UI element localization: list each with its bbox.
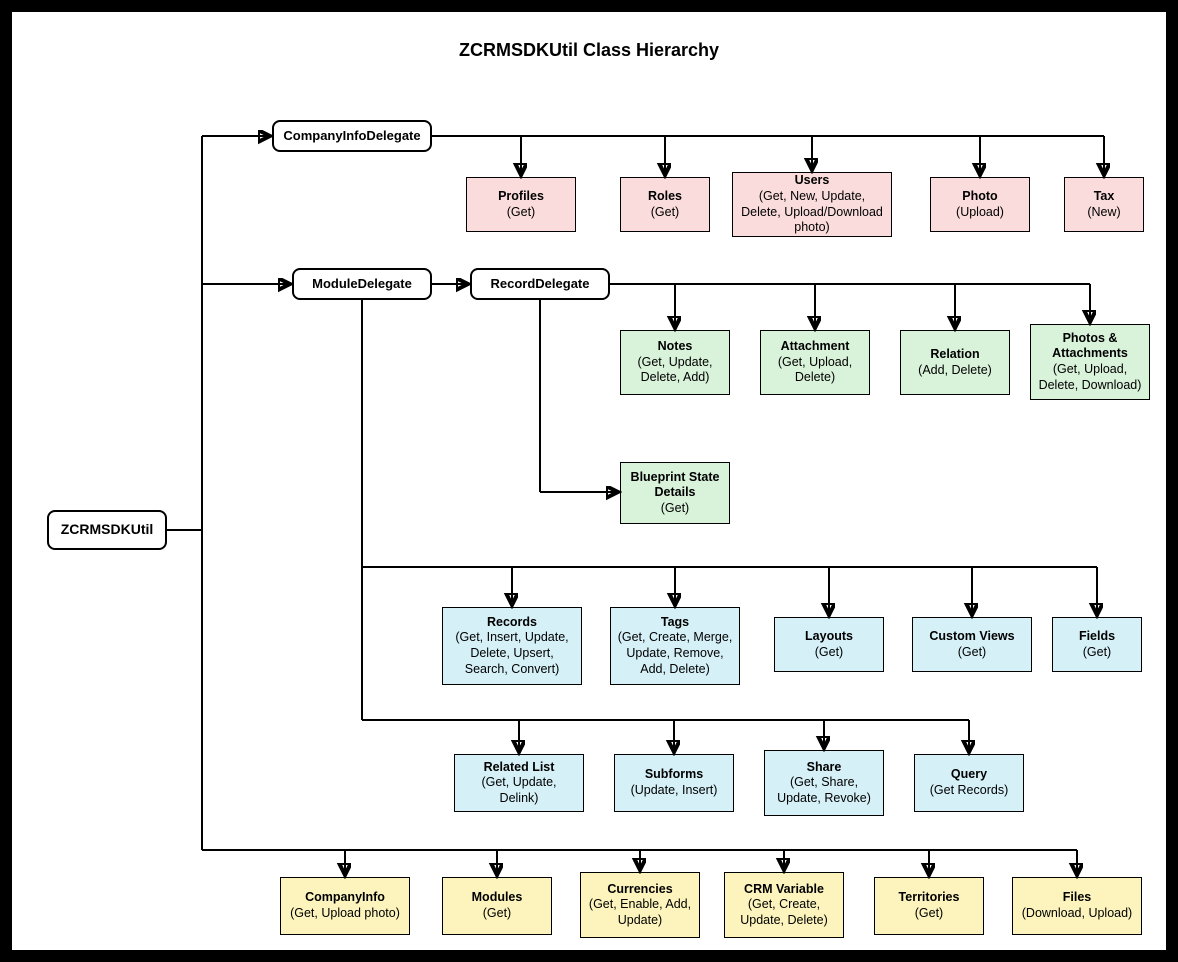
connectors	[12, 12, 1166, 950]
